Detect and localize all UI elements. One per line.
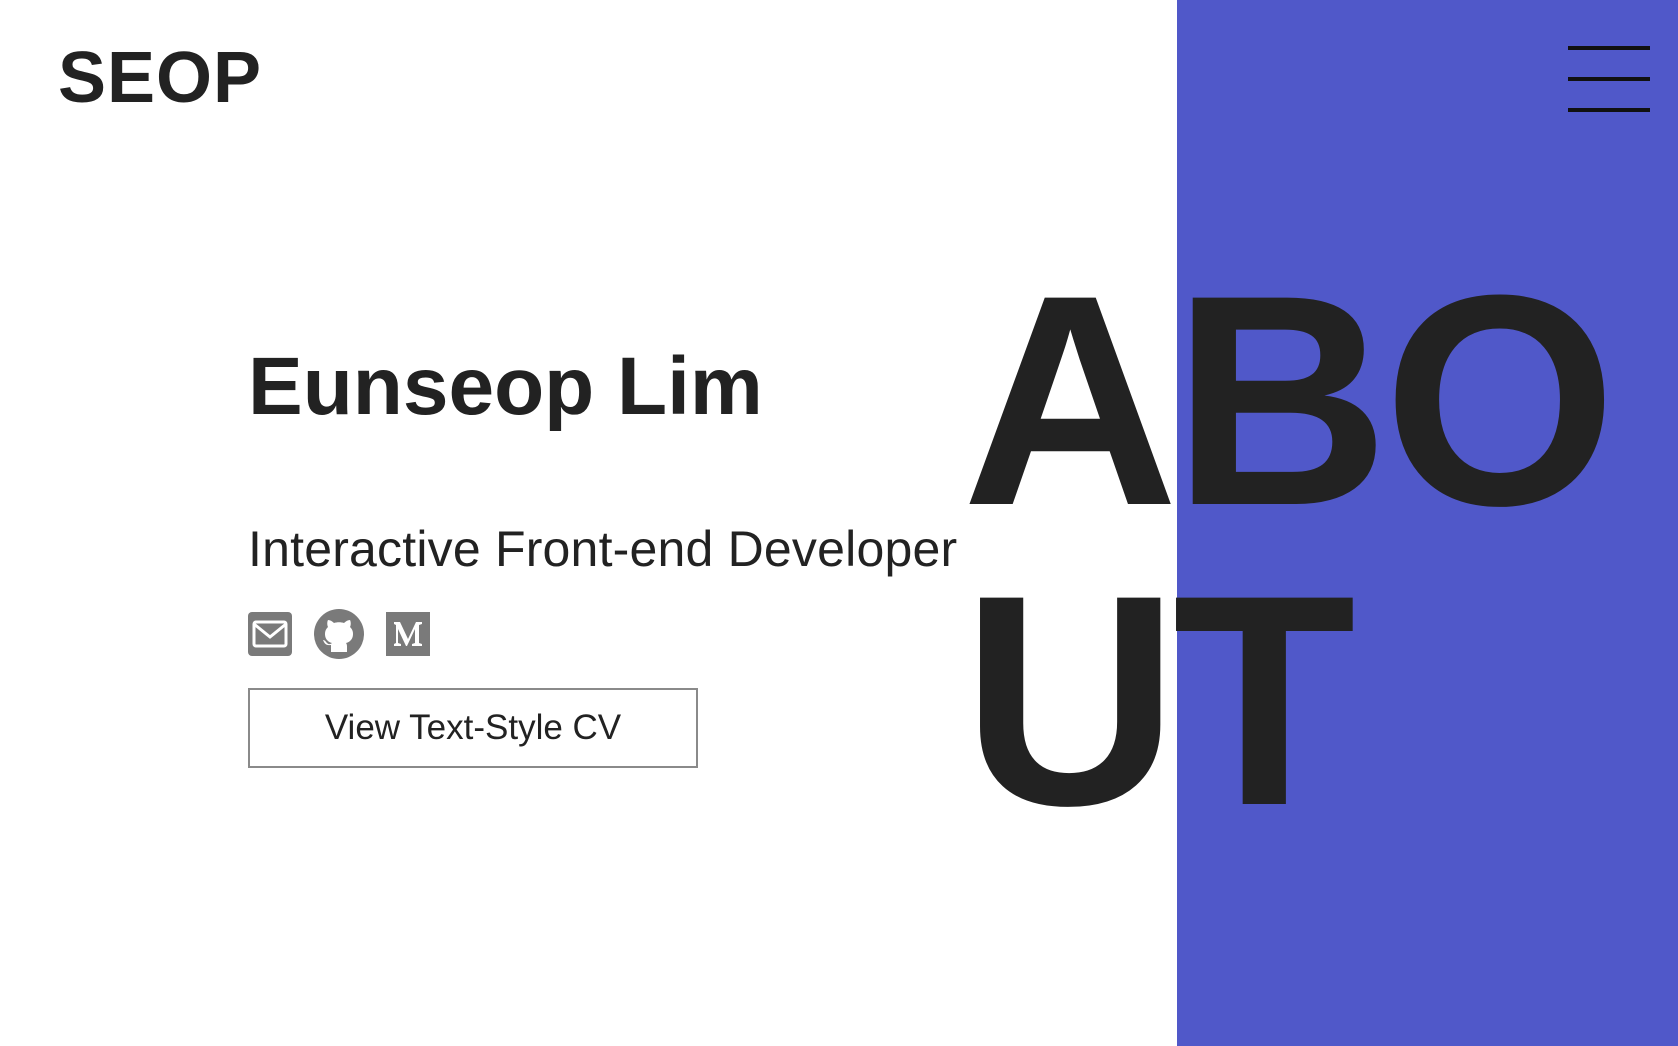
menu-bar-bottom <box>1568 108 1650 112</box>
mail-link[interactable] <box>248 612 292 656</box>
profile-name: Eunseop Lim <box>248 341 763 432</box>
hamburger-menu-icon[interactable] <box>1568 46 1650 114</box>
section-title-line-1: ABO <box>962 232 1617 568</box>
medium-icon <box>386 612 430 656</box>
github-icon <box>314 609 364 659</box>
page: SEOP Eunseop Lim Interactive Front-end D… <box>0 0 1678 1046</box>
menu-bar-middle <box>1568 77 1650 81</box>
github-link[interactable] <box>314 609 364 659</box>
section-title: ABO UT <box>962 250 1642 850</box>
social-links <box>248 608 452 660</box>
medium-link[interactable] <box>386 612 430 656</box>
profile-role: Interactive Front-end Developer <box>248 521 958 577</box>
mail-icon <box>248 612 292 656</box>
view-cv-button[interactable]: View Text-Style CV <box>248 688 698 768</box>
section-title-line-2: UT <box>962 532 1356 868</box>
site-logo[interactable]: SEOP <box>58 42 262 114</box>
menu-bar-top <box>1568 46 1650 50</box>
